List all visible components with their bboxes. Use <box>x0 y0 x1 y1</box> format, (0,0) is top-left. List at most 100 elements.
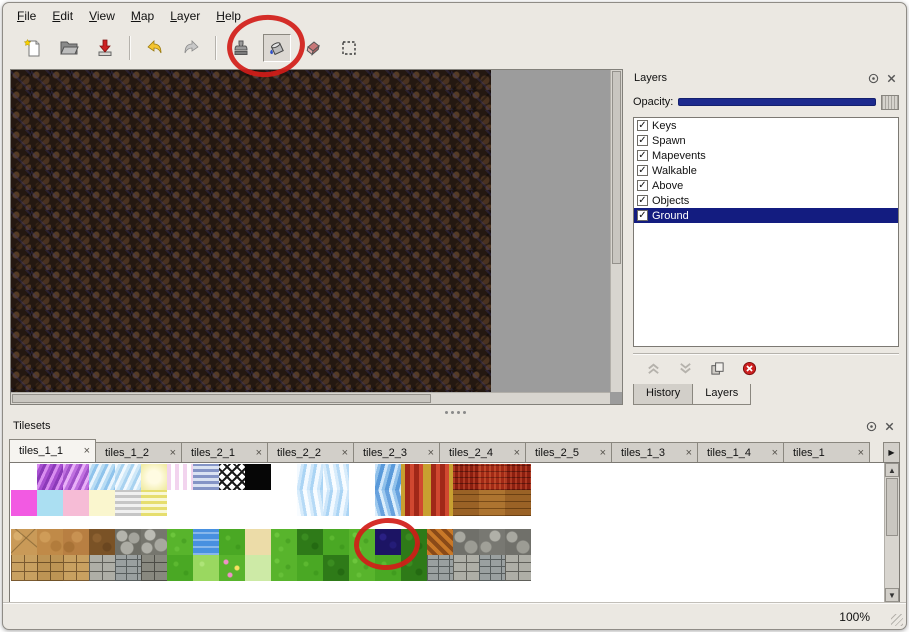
tile-darkgrass[interactable] <box>323 555 349 581</box>
tab-close-icon[interactable]: × <box>342 448 348 458</box>
menu-help[interactable]: Help <box>208 5 249 27</box>
tile-rocks2[interactable] <box>479 529 505 555</box>
tile-ice1[interactable] <box>297 464 323 490</box>
tab-close-icon[interactable]: × <box>686 448 692 458</box>
scrollbar-thumb[interactable] <box>886 478 898 536</box>
tile-grass1[interactable] <box>167 529 193 555</box>
open-map-button[interactable] <box>55 34 83 62</box>
tileset-tab-tiles_1_4[interactable]: tiles_1_4× <box>697 442 784 463</box>
layer-visibility-checkbox[interactable]: ✓ <box>637 135 648 146</box>
tile-redcol[interactable] <box>401 464 427 490</box>
tile-grass2[interactable] <box>297 555 323 581</box>
menu-edit[interactable]: Edit <box>44 5 81 27</box>
scroll-up-arrow[interactable]: ▲ <box>885 463 899 477</box>
tile-pink[interactable] <box>63 490 89 516</box>
tile-ltblue2[interactable] <box>115 464 141 490</box>
tile-grass1[interactable] <box>271 529 297 555</box>
tile-darkbrick[interactable] <box>141 555 167 581</box>
tile-purple2[interactable] <box>63 464 89 490</box>
tile-cobble1[interactable] <box>115 529 141 555</box>
tile-hatch[interactable] <box>219 464 245 490</box>
tile-water3[interactable] <box>193 529 219 555</box>
tile-redcol[interactable] <box>401 490 427 516</box>
tileset-tab-tiles_2_3[interactable]: tiles_2_3× <box>353 442 440 463</box>
tab-close-icon[interactable]: × <box>170 448 176 458</box>
eraser-tool-button[interactable] <box>299 34 327 62</box>
tile-wood1[interactable] <box>453 490 479 516</box>
layer-row-ground[interactable]: ✓Ground <box>634 208 898 223</box>
tab-close-icon[interactable]: × <box>858 448 864 458</box>
tile-redroof2[interactable] <box>479 464 505 490</box>
tile-paleyellow[interactable] <box>141 464 167 490</box>
tile-cyan[interactable] <box>37 490 63 516</box>
delete-layer-button[interactable] <box>739 359 759 379</box>
tile-ice2[interactable] <box>297 490 323 516</box>
tab-close-icon[interactable]: × <box>600 448 606 458</box>
tile-grass2[interactable] <box>375 555 401 581</box>
menu-map[interactable]: Map <box>123 5 162 27</box>
tile-ltgreen[interactable] <box>193 555 219 581</box>
opacity-slider[interactable] <box>678 98 876 106</box>
tab-close-icon[interactable]: × <box>514 448 520 458</box>
tile-purple1[interactable] <box>37 464 63 490</box>
layer-row-objects[interactable]: ✓Objects <box>634 193 898 208</box>
tile-graybrick2[interactable] <box>427 555 453 581</box>
tileset-tab-tiles_2_4[interactable]: tiles_2_4× <box>439 442 526 463</box>
tile-flower[interactable] <box>219 555 245 581</box>
select-tool-button[interactable] <box>335 34 363 62</box>
new-map-button[interactable] <box>19 34 47 62</box>
tile-dirtcrack[interactable] <box>11 529 37 555</box>
stamp-tool-button[interactable] <box>227 34 255 62</box>
fill-tool-button[interactable] <box>263 34 291 62</box>
layer-row-above[interactable]: ✓Above <box>634 178 898 193</box>
tileset-tab-tiles_1_2[interactable]: tiles_1_2× <box>95 442 182 463</box>
tile-grass2[interactable] <box>323 529 349 555</box>
map-canvas[interactable] <box>11 70 491 400</box>
tile-grass1[interactable] <box>271 555 297 581</box>
tile-dirt2[interactable] <box>63 529 89 555</box>
tile-white[interactable] <box>11 464 37 490</box>
tile-water2[interactable] <box>375 490 401 516</box>
tile-darkgrass[interactable] <box>401 529 427 555</box>
tile-darkgrass[interactable] <box>297 529 323 555</box>
tile-cobble2[interactable] <box>141 529 167 555</box>
tab-close-icon[interactable]: × <box>84 446 90 456</box>
tile-graystripe[interactable] <box>115 490 141 516</box>
menu-file[interactable]: File <box>9 5 44 27</box>
tile-white[interactable] <box>349 464 375 490</box>
tile-tanbrick[interactable] <box>63 555 89 581</box>
tile-graybrick2[interactable] <box>479 555 505 581</box>
tile-redroof1[interactable] <box>453 464 479 490</box>
scrollbar-thumb[interactable] <box>612 71 621 264</box>
tile-graybrick[interactable] <box>89 555 115 581</box>
tile-tanbrick[interactable] <box>11 555 37 581</box>
tile-grass2[interactable] <box>167 555 193 581</box>
layer-row-mapevents[interactable]: ✓Mapevents <box>634 148 898 163</box>
tab-close-icon[interactable]: × <box>772 448 778 458</box>
redo-button[interactable] <box>177 34 205 62</box>
layer-visibility-checkbox[interactable]: ✓ <box>637 195 648 206</box>
undo-button[interactable] <box>141 34 169 62</box>
tile-ice1[interactable] <box>323 490 349 516</box>
tile-ice2[interactable] <box>323 464 349 490</box>
tile-rocks1[interactable] <box>505 529 531 555</box>
layer-row-walkable[interactable]: ✓Walkable <box>634 163 898 178</box>
tile-grass2[interactable] <box>219 529 245 555</box>
scroll-down-arrow[interactable]: ▼ <box>885 588 899 602</box>
resize-grip[interactable] <box>891 614 903 626</box>
tile-tanbrick2[interactable] <box>37 555 63 581</box>
duplicate-layer-button[interactable] <box>707 359 727 379</box>
tile-cream[interactable] <box>89 490 115 516</box>
dock-tab-history[interactable]: History <box>633 384 693 405</box>
tile-white[interactable] <box>193 490 219 516</box>
tile-lavstripe[interactable] <box>167 464 193 490</box>
tile-white[interactable] <box>245 490 271 516</box>
save-map-button[interactable] <box>91 34 119 62</box>
layer-visibility-checkbox[interactable]: ✓ <box>637 150 648 161</box>
close-panel-button[interactable] <box>882 419 897 433</box>
tile-graybrick[interactable] <box>453 555 479 581</box>
tile-white[interactable] <box>219 490 245 516</box>
close-panel-button[interactable] <box>884 71 899 85</box>
tileset-tab-tiles_2_1[interactable]: tiles_2_1× <box>181 442 268 463</box>
scrollbar-thumb[interactable] <box>12 394 431 403</box>
